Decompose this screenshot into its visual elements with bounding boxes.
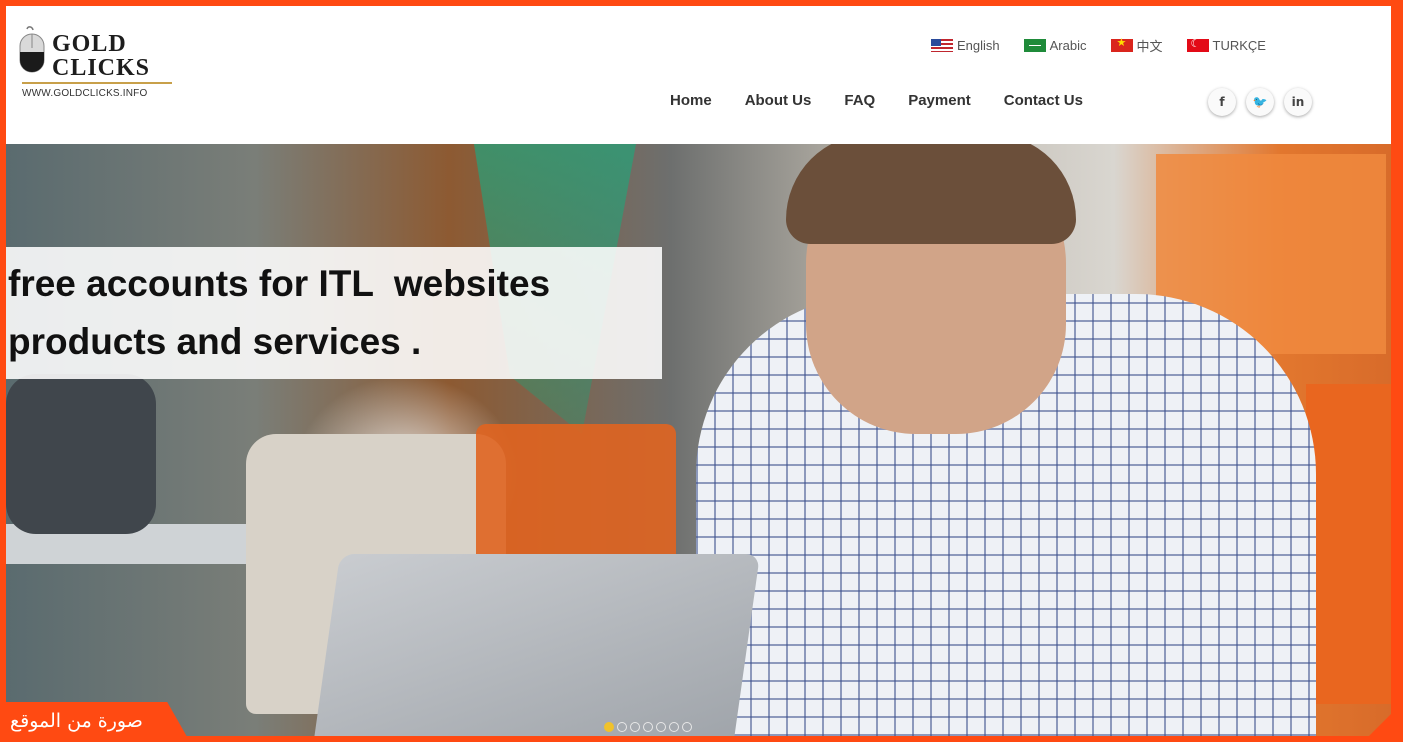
site-logo[interactable]: GOLD CLICKS WWW.GOLDCLICKS.INFO <box>18 20 178 110</box>
slider-dot[interactable] <box>656 722 666 732</box>
screenshot-frame: GOLD CLICKS WWW.GOLDCLICKS.INFO English … <box>6 6 1391 736</box>
saudi-flag-icon <box>1023 39 1046 52</box>
hero-photo-laptop <box>311 554 761 736</box>
logo-line2: CLICKS <box>52 55 151 81</box>
slider-dot[interactable] <box>617 722 627 732</box>
hero-headline-line1: free accounts for ITL websites <box>8 263 551 304</box>
language-english[interactable]: English <box>931 36 1000 55</box>
twitter-icon[interactable]: 🐦 <box>1246 88 1274 116</box>
hero-photo-man-hair <box>786 144 1076 244</box>
caption-tag: صورة من الموقع <box>0 702 190 742</box>
hero-photo-orange-chair-right <box>1306 384 1391 704</box>
language-turkish[interactable]: TURKÇE <box>1186 36 1266 55</box>
language-label: TURKÇE <box>1212 38 1266 53</box>
language-label: Arabic <box>1049 38 1087 53</box>
hero-slider: free accounts for ITL websites products … <box>6 144 1391 736</box>
nav-home[interactable]: Home <box>670 92 712 109</box>
language-label: English <box>957 38 1000 53</box>
logo-line1: GOLD <box>52 31 127 57</box>
site-header: GOLD CLICKS WWW.GOLDCLICKS.INFO English … <box>6 6 1391 144</box>
nav-payment[interactable]: Payment <box>908 92 971 109</box>
hero-headline-line2: products and services . <box>8 321 422 362</box>
language-label: 中文 <box>1136 39 1163 54</box>
slider-dot[interactable] <box>604 722 614 732</box>
us-flag-icon <box>931 39 953 52</box>
vietnam-flag-icon <box>1110 36 1133 52</box>
caption-text: صورة من الموقع <box>10 710 143 732</box>
mouse-logo-icon <box>19 26 45 73</box>
logo-url: WWW.GOLDCLICKS.INFO <box>22 88 148 99</box>
slider-pagination <box>604 722 695 732</box>
slider-dot[interactable] <box>643 722 653 732</box>
nav-about-us[interactable]: About Us <box>745 92 812 109</box>
hero-photo-background-person <box>6 374 156 534</box>
language-arabic[interactable]: Arabic <box>1023 36 1087 55</box>
social-links: f 🐦 in <box>1208 88 1322 116</box>
hero-caption-box: free accounts for ITL websites products … <box>6 247 662 379</box>
facebook-icon[interactable]: f <box>1208 88 1236 116</box>
main-nav: Home About Us FAQ Payment Contact Us <box>670 92 1116 109</box>
linkedin-icon[interactable]: in <box>1284 88 1312 116</box>
slider-dot[interactable] <box>630 722 640 732</box>
language-chinese[interactable]: 中文 <box>1110 36 1163 55</box>
slider-dot[interactable] <box>669 722 679 732</box>
hero-photo-orange-chair <box>476 424 676 574</box>
turkey-flag-icon <box>1186 37 1209 52</box>
logo-wordmark: GOLD CLICKS <box>52 32 150 80</box>
logo-underline <box>22 82 172 84</box>
slider-dot[interactable] <box>682 722 692 732</box>
nav-contact-us[interactable]: Contact Us <box>1004 92 1083 109</box>
nav-faq[interactable]: FAQ <box>844 92 875 109</box>
language-switcher: English Arabic 中文 TURKÇE <box>931 36 1290 55</box>
